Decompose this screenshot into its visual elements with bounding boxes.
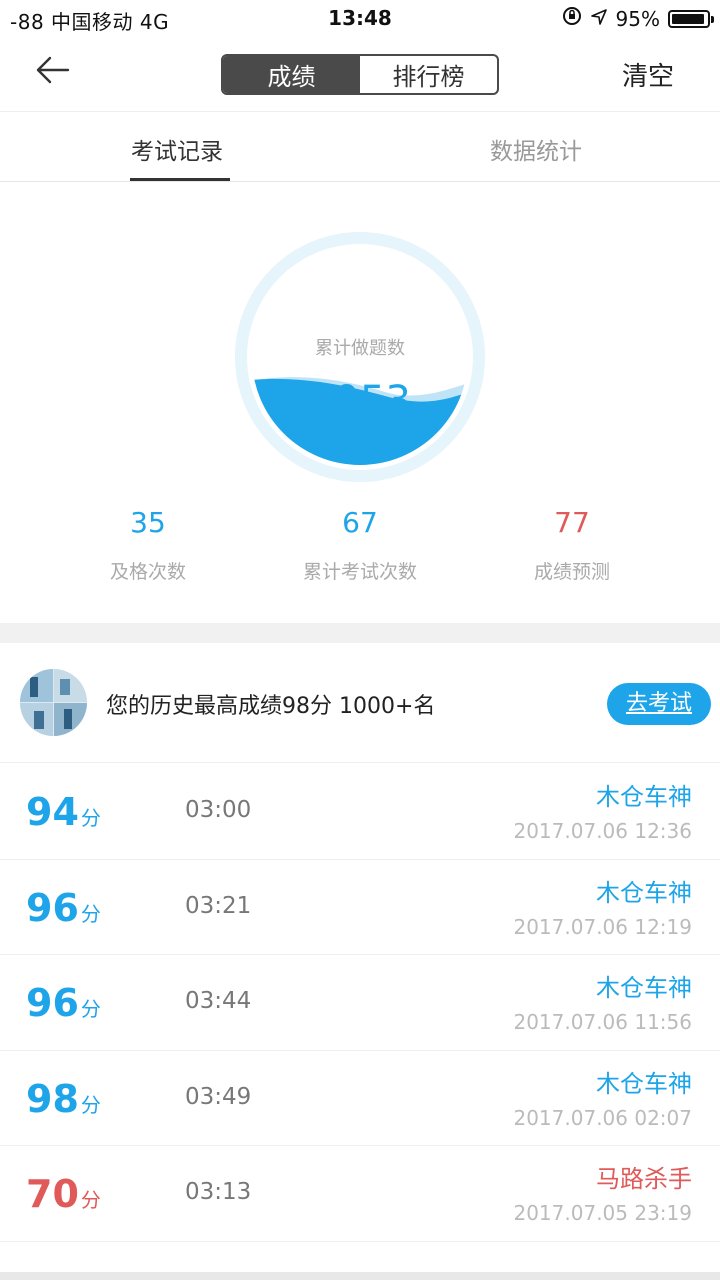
stat-label: 成绩预测 [533, 561, 610, 583]
score-value: 98 [26, 1076, 79, 1121]
record-row[interactable]: 98 分 03:49 木仓车神 2017.07.06 02:07 [0, 1051, 720, 1146]
score-unit: 分 [80, 997, 101, 1021]
section-divider [0, 623, 720, 643]
score-unit: 分 [80, 901, 101, 926]
score-value: 96 [26, 885, 79, 930]
stat-label: 及格次数 [109, 561, 186, 583]
stat-exam-count: 67 累计考试次数 [260, 506, 460, 584]
best-score-row: 您的历史最高成绩98分 1000+名 去考试 [0, 643, 720, 763]
record-row[interactable]: 70 分 03:13 马路杀手 2017.07.05 23:19 [0, 1146, 720, 1242]
stat-label: 累计考试次数 [302, 561, 417, 583]
nav-bar: 成绩 排行榜 清空 [0, 36, 720, 112]
status-right: 95% [562, 6, 714, 31]
record-date: 2017.07.06 02:07 [513, 1105, 692, 1130]
record-score: 98 分 [26, 1077, 101, 1121]
status-bar: -88 中国移动 4G 13:48 95% [0, 0, 720, 36]
stat-value: 35 [130, 506, 166, 539]
record-user-title: 马路杀手 [596, 1165, 692, 1193]
score-value: 96 [26, 981, 79, 1025]
tab-statistics[interactable]: 数据统计 [490, 132, 582, 166]
stat-value: 77 [554, 506, 590, 539]
record-duration: 03:13 [185, 1179, 252, 1205]
battery-level [672, 13, 705, 24]
score-value: 94 [26, 790, 79, 834]
segment-score[interactable]: 成绩 [223, 56, 360, 93]
record-date: 2017.07.06 12:19 [513, 914, 692, 939]
score-value: 70 [26, 1172, 79, 1216]
record-date: 2017.07.06 11:56 [513, 1010, 692, 1034]
tab-bar: 考试记录 数据统计 [0, 112, 720, 182]
record-date: 2017.07.06 12:36 [513, 819, 692, 843]
stat-pass-count: 35 及格次数 [48, 506, 248, 584]
record-row[interactable]: 96 分 03:21 木仓车神 2017.07.06 12:19 [0, 860, 720, 955]
record-user-title: 木仓车神 [596, 878, 692, 907]
best-score-text: 您的历史最高成绩98分 1000+名 [106, 694, 436, 719]
record-row[interactable]: 96 分 03:44 木仓车神 2017.07.06 11:56 [0, 955, 720, 1051]
score-unit: 分 [80, 1188, 101, 1212]
record-score: 96 分 [26, 981, 101, 1025]
record-score: 70 分 [26, 1172, 101, 1216]
record-duration: 03:00 [185, 797, 252, 823]
arrow-left-icon [36, 56, 70, 84]
back-button[interactable] [30, 50, 80, 90]
rotation-lock-icon [562, 6, 582, 31]
record-user-title: 木仓车神 [596, 1069, 692, 1098]
location-arrow-icon [590, 7, 608, 31]
exam-records-list: 94 分 03:00 木仓车神 2017.07.06 12:36 96 分 03:21 木仓车神… [0, 764, 720, 1242]
record-score: 94 分 [26, 790, 101, 834]
record-duration: 03:44 [185, 988, 252, 1014]
stat-value: 67 [342, 506, 378, 539]
question-count-gauge: 累计做题数 2953 [235, 232, 485, 482]
tab-exam-records[interactable]: 考试记录 [131, 132, 223, 166]
record-duration: 03:21 [185, 892, 252, 919]
battery-percent: 95% [615, 6, 660, 31]
stat-score-prediction: 77 成绩预测 [472, 506, 672, 584]
active-tab-indicator [130, 178, 230, 181]
record-duration: 03:49 [185, 1083, 252, 1110]
record-user-title: 木仓车神 [596, 783, 692, 811]
record-score: 96 分 [26, 886, 101, 930]
gauge-label: 累计做题数 [315, 338, 405, 359]
clear-button[interactable]: 清空 [622, 56, 674, 93]
gauge-value: 2953 [309, 378, 411, 424]
segmented-control: 成绩 排行榜 [221, 54, 499, 95]
segment-ranking[interactable]: 排行榜 [360, 56, 497, 93]
summary-panel: 累计做题数 2953 35 及格次数 67 累计考试次数 77 成绩预测 [0, 183, 720, 623]
score-unit: 分 [80, 806, 101, 830]
record-row[interactable]: 94 分 03:00 木仓车神 2017.07.06 12:36 [0, 764, 720, 860]
battery-icon [668, 9, 714, 28]
record-user-title: 木仓车神 [596, 974, 692, 1002]
score-unit: 分 [80, 1092, 101, 1117]
go-exam-button[interactable]: 去考试 [607, 683, 711, 725]
record-date: 2017.07.05 23:19 [513, 1201, 692, 1225]
avatar[interactable] [20, 669, 87, 736]
bottom-edge [0, 1272, 720, 1280]
